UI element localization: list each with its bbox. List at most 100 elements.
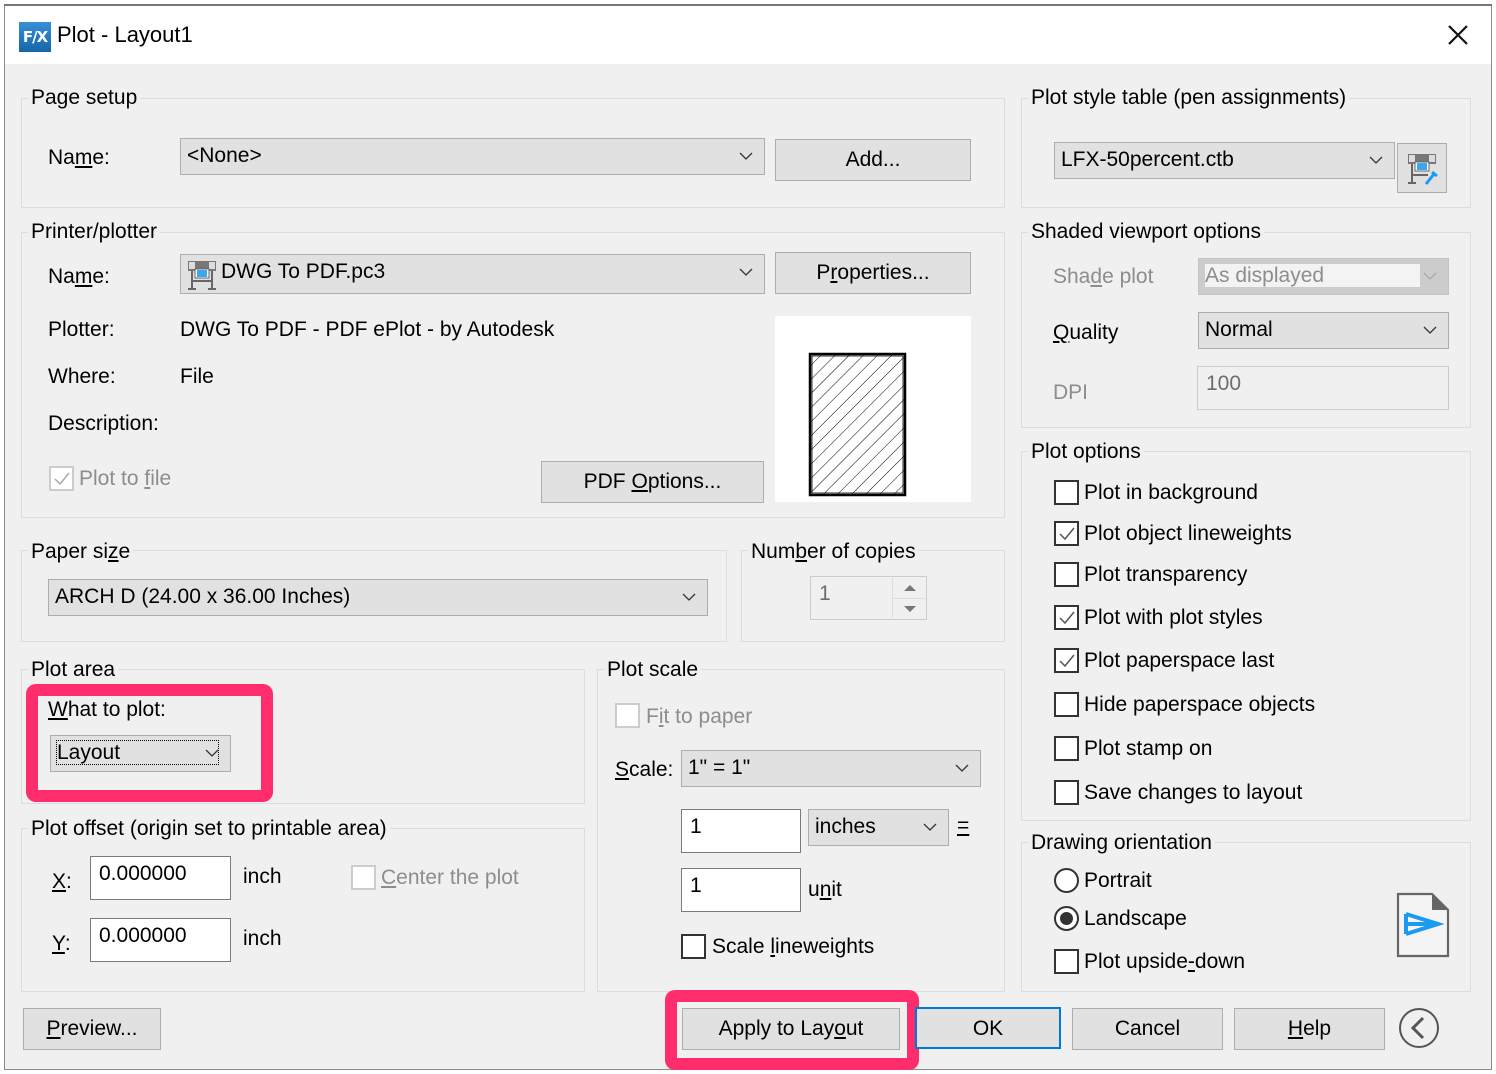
copies-value: 1: [819, 582, 831, 605]
plot-with-plot-styles-checkbox[interactable]: [1054, 605, 1079, 630]
drawing-units-input[interactable]: 1: [681, 868, 801, 912]
what-to-plot-dropdown[interactable]: Layout: [50, 735, 231, 772]
shade-plot-dropdown[interactable]: As displayed: [1198, 258, 1449, 295]
plot-transparency-label: Plot transparency: [1084, 563, 1248, 586]
ok-button[interactable]: OK: [915, 1007, 1061, 1049]
scale-value: 1" = 1": [688, 756, 751, 779]
x-offset-input[interactable]: 0.000000: [90, 856, 231, 900]
landscape-label: Landscape: [1084, 907, 1187, 930]
plot-options-group: [1021, 451, 1471, 821]
quality-dropdown[interactable]: Normal: [1198, 312, 1449, 349]
equals-symbol: =: [957, 814, 970, 837]
arrow-down-icon: [904, 606, 916, 612]
pdf-options-button[interactable]: PDF Options...: [541, 461, 764, 503]
plotter-value: DWG To PDF - PDF ePlot - by Autodesk: [180, 318, 555, 341]
plot-paperspace-last-label: Plot paperspace last: [1084, 649, 1275, 672]
copies-spinner-down[interactable]: [892, 598, 925, 618]
scale-label: Scale:: [615, 758, 674, 781]
plot-style-table-value: LFX-50percent.ctb: [1061, 148, 1234, 171]
portrait-label: Portrait: [1084, 869, 1152, 892]
plot-style-table-dropdown[interactable]: LFX-50percent.ctb: [1054, 142, 1395, 179]
scale-lineweights-checkbox[interactable]: [681, 934, 706, 959]
units-dropdown[interactable]: inches: [808, 809, 949, 846]
radio-selected-dot: [1060, 912, 1073, 925]
plot-dialog: F/X Plot - Layout1 Page setup Name: <Non…: [4, 4, 1492, 1070]
save-changes-to-layout-checkbox[interactable]: [1054, 780, 1079, 805]
plot-offset-label: Plot offset (origin set to printable are…: [28, 817, 390, 841]
fit-to-paper-label: Fit to paper: [646, 705, 753, 728]
x-offset-label: X:: [52, 870, 72, 893]
chevron-down-icon: [682, 593, 696, 601]
plot-to-file-checkbox[interactable]: [49, 466, 74, 491]
printer-name-label: Name:: [48, 265, 110, 288]
cancel-button[interactable]: Cancel: [1072, 1008, 1223, 1050]
plot-upside-down-checkbox[interactable]: [1054, 949, 1079, 974]
add-button[interactable]: Add...: [775, 139, 971, 181]
plot-upside-down-label: Plot upside-down: [1084, 950, 1246, 973]
y-offset-label: Y:: [52, 932, 71, 955]
hide-paperspace-objects-label: Hide paperspace objects: [1084, 693, 1316, 716]
fit-to-paper-checkbox[interactable]: [615, 703, 640, 728]
copies-label: Number of copies: [748, 540, 919, 564]
printer-name-dropdown[interactable]: DWG To PDF.pc3: [180, 254, 765, 294]
description-label: Description:: [48, 412, 159, 435]
plot-object-lineweights-checkbox[interactable]: [1054, 521, 1079, 546]
chevron-left-circle-icon: [1399, 1008, 1439, 1048]
close-button[interactable]: [1441, 18, 1475, 52]
plot-paperspace-last-checkbox[interactable]: [1054, 648, 1079, 673]
quality-value: Normal: [1205, 318, 1273, 341]
paper-size-dropdown[interactable]: ARCH D (24.00 x 36.00 Inches): [48, 579, 708, 616]
where-label: Where:: [48, 365, 116, 388]
y-offset-value: 0.000000: [99, 924, 187, 947]
hide-paperspace-objects-checkbox[interactable]: [1054, 692, 1079, 717]
preview-button[interactable]: Preview...: [23, 1008, 161, 1050]
chevron-down-icon: [739, 268, 753, 276]
drawing-units-value: 1: [690, 874, 702, 897]
paper-units-value: 1: [690, 815, 702, 838]
scale-dropdown[interactable]: 1" = 1": [681, 750, 981, 787]
page-setup-name-dropdown[interactable]: <None>: [180, 138, 765, 175]
plotter-icon: [188, 261, 216, 290]
help-button[interactable]: Help: [1234, 1008, 1385, 1050]
center-plot-checkbox[interactable]: [351, 865, 376, 890]
properties-button[interactable]: Properties...: [775, 252, 971, 294]
x-offset-value: 0.000000: [99, 862, 187, 885]
where-value: File: [180, 365, 214, 388]
collapse-options-button[interactable]: [1397, 1006, 1441, 1050]
chevron-down-icon: [1423, 326, 1437, 334]
plot-to-file-label: Plot to file: [79, 467, 172, 490]
plot-area-label: Plot area: [28, 658, 119, 682]
copies-spinner-up[interactable]: [892, 578, 925, 598]
edit-plot-style-button[interactable]: [1397, 143, 1447, 193]
landscape-radio[interactable]: [1054, 906, 1079, 931]
unit-label: unit: [808, 878, 842, 901]
plot-stamp-on-label: Plot stamp on: [1084, 737, 1213, 760]
dpi-value: 100: [1206, 372, 1242, 395]
chevron-down-icon: [1423, 272, 1437, 280]
apply-to-layout-button[interactable]: Apply to Layout: [682, 1008, 900, 1050]
scale-lineweights-label: Scale lineweights: [712, 935, 875, 958]
plot-style-table-label: Plot style table (pen assignments): [1028, 86, 1350, 110]
close-icon: [1448, 25, 1468, 45]
save-changes-to-layout-label: Save changes to layout: [1084, 781, 1303, 804]
plot-stamp-on-checkbox[interactable]: [1054, 736, 1079, 761]
y-offset-input[interactable]: 0.000000: [90, 918, 231, 962]
plot-object-lineweights-label: Plot object lineweights: [1084, 522, 1292, 545]
drawing-orientation-label: Drawing orientation: [1028, 831, 1215, 855]
checkmark-icon: [1059, 611, 1075, 625]
checkmark-icon: [1059, 527, 1075, 541]
paper-hatch-icon: [808, 352, 907, 497]
plotter-label: Plotter:: [48, 318, 115, 341]
paper-units-input[interactable]: 1: [681, 809, 801, 853]
page-setup-name-value: <None>: [187, 144, 262, 167]
plot-scale-label: Plot scale: [604, 658, 702, 682]
plot-in-background-checkbox[interactable]: [1054, 480, 1079, 505]
portrait-radio[interactable]: [1054, 868, 1079, 893]
dpi-label: DPI: [1053, 381, 1089, 404]
plot-offset-group: [21, 828, 585, 992]
dpi-input[interactable]: 100: [1197, 366, 1449, 410]
units-value: inches: [815, 815, 876, 838]
paper-preview: [775, 316, 971, 502]
plot-transparency-checkbox[interactable]: [1054, 562, 1079, 587]
arrow-up-icon: [904, 585, 916, 591]
